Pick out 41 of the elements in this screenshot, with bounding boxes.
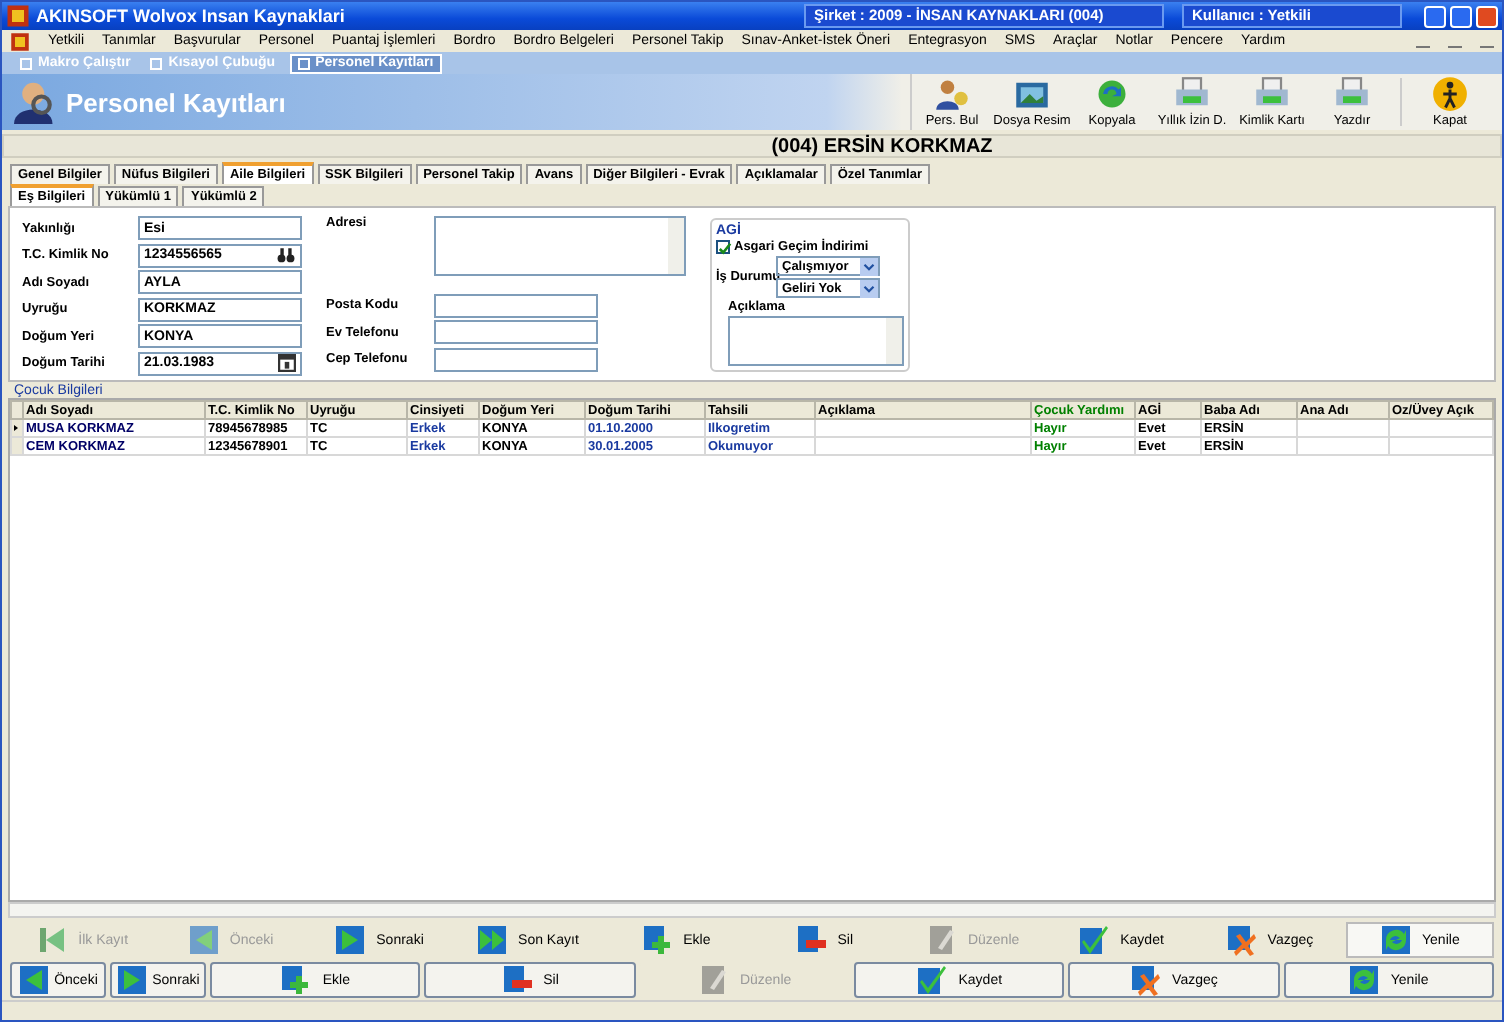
input-field[interactable] xyxy=(434,347,598,371)
note-field[interactable] xyxy=(728,316,904,366)
minimize-button[interactable] xyxy=(1424,5,1446,27)
skip-first-icon xyxy=(36,924,69,956)
app-logo-icon xyxy=(10,31,30,51)
close-button[interactable] xyxy=(1476,5,1498,27)
plus-icon xyxy=(280,964,313,996)
input-field[interactable] xyxy=(434,320,598,344)
double-arrow-icon xyxy=(476,924,509,956)
refresh-icon xyxy=(1348,964,1381,996)
pencil-icon xyxy=(697,964,730,996)
walking-figure-icon xyxy=(1432,76,1468,112)
page-title: Personel Kayıtları xyxy=(66,87,286,117)
horizontal-scrollbar[interactable] xyxy=(8,902,1496,918)
row-pointer-icon xyxy=(12,424,20,432)
cross-icon xyxy=(1130,964,1163,996)
check-icon xyxy=(718,242,732,256)
person-icon xyxy=(934,76,970,112)
scrollbar[interactable] xyxy=(886,318,902,364)
address-field[interactable] xyxy=(434,216,686,276)
window-title: AKINSOFT Wolvox Insan Kaynaklari xyxy=(36,6,345,26)
refresh-icon xyxy=(1380,924,1413,956)
scrollbar[interactable] xyxy=(668,218,684,274)
calendar-icon xyxy=(278,354,296,372)
check-icon xyxy=(916,964,949,996)
maximize-button[interactable] xyxy=(1450,5,1472,27)
minus-icon xyxy=(501,964,534,996)
minus-icon xyxy=(795,924,828,956)
dropdown-arrow-icon xyxy=(860,279,878,297)
circular-arrows-icon xyxy=(1094,76,1130,112)
record-title: (004) ERSİN KORKMAZ xyxy=(2,134,1502,158)
checkbox[interactable] xyxy=(716,240,730,254)
binoculars-icon xyxy=(276,246,296,264)
plus-icon xyxy=(641,924,674,956)
person-search-icon xyxy=(14,80,58,124)
check-icon xyxy=(1078,924,1111,956)
input-field[interactable] xyxy=(434,293,598,317)
app-logo-icon xyxy=(6,4,30,28)
dropdown-arrow-icon xyxy=(860,257,878,275)
pencil-icon xyxy=(925,924,958,956)
cross-icon xyxy=(1225,924,1258,956)
